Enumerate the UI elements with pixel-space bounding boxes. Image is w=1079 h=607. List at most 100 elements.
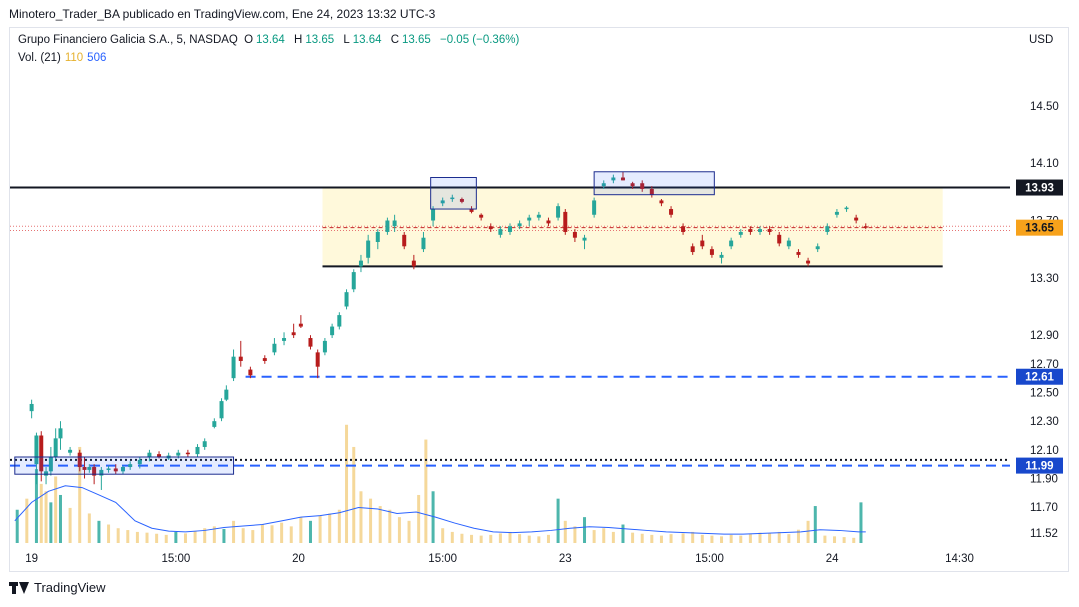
candle-body: [392, 220, 397, 227]
candle-body: [185, 452, 190, 455]
time-tick-label: 20: [292, 553, 305, 565]
price-chart[interactable]: 14.5014.1013.7013.3012.9012.7012.5012.30…: [0, 0, 1079, 607]
candle-body: [488, 226, 493, 230]
volume-bar: [859, 502, 863, 543]
volume-bar: [369, 498, 373, 543]
candle-body: [29, 403, 34, 412]
candle-body: [195, 446, 200, 455]
price-tag-label: 11.99: [1025, 461, 1053, 473]
time-axis: 19 15:00 20 15:00 23 15:00 24 14:30: [25, 553, 974, 565]
volume-bar: [44, 491, 48, 543]
candle-body: [344, 292, 349, 307]
volume-bar: [25, 498, 29, 543]
candle-body: [563, 211, 568, 232]
volume-bar: [563, 520, 567, 543]
candle-body: [748, 229, 753, 232]
candle-body: [402, 234, 407, 247]
candle-body: [498, 229, 503, 235]
volume-bar: [58, 494, 62, 543]
price-tag-label: 12.61: [1025, 372, 1054, 384]
range-zone: [322, 187, 943, 267]
volume-bar: [155, 533, 159, 543]
volume-bar: [424, 439, 428, 543]
candle-body: [212, 421, 217, 427]
tradingview-brand[interactable]: TradingView: [9, 580, 106, 595]
volume-bar: [126, 530, 130, 543]
price-tick-label: 12.90: [1030, 330, 1059, 342]
volume-bar: [748, 534, 752, 543]
volume-bar: [777, 531, 781, 543]
volume-bar: [308, 520, 312, 543]
time-tick-label: 19: [25, 553, 38, 565]
drawn-rectangle: [14, 456, 235, 475]
volume-bar: [823, 535, 827, 543]
price-tick-label: 12.10: [1030, 445, 1059, 457]
candle-body: [777, 234, 782, 244]
candle-body: [834, 211, 839, 215]
candle-body: [385, 220, 390, 232]
price-tick-label: 14.10: [1030, 158, 1059, 170]
candle-body: [176, 452, 181, 456]
candle-body: [337, 315, 342, 327]
volume-bar: [537, 536, 541, 543]
candle-body: [58, 428, 63, 439]
volume-bar: [328, 513, 332, 543]
candle-body: [238, 356, 243, 361]
volume-bar: [260, 524, 264, 543]
volume-bar: [68, 507, 72, 543]
volume-bar: [681, 533, 685, 543]
time-tick-label: 23: [559, 553, 572, 565]
candle-body: [863, 226, 868, 228]
price-tags: 13.93 12.61 11.99 13.65: [1016, 179, 1063, 474]
volume-bar: [337, 509, 341, 543]
time-tick-label: 15:00: [161, 553, 190, 565]
volume-bar: [97, 520, 101, 543]
price-axis: 14.5014.1013.7013.3012.9012.7012.5012.30…: [1030, 101, 1059, 540]
volume-bar: [193, 531, 197, 543]
volume-bar: [251, 530, 255, 543]
candle-body: [308, 338, 313, 347]
price-tick-label: 12.50: [1030, 388, 1059, 400]
volume-bar: [359, 491, 363, 543]
candle-body: [659, 200, 664, 204]
volume-bar: [299, 517, 303, 543]
volume-bar: [546, 534, 550, 543]
volume-bar: [318, 515, 322, 543]
tradingview-logo-icon: [9, 581, 29, 594]
price-tick-label: 12.30: [1030, 416, 1059, 428]
volume-bar: [527, 535, 531, 543]
volume-bar: [174, 531, 178, 543]
volume-bar: [573, 526, 577, 543]
volume-bar: [813, 506, 817, 543]
candle-body: [669, 209, 674, 215]
volume-bar: [417, 494, 421, 543]
volume-bar: [39, 483, 43, 543]
candle-body: [806, 260, 811, 264]
time-tick-label: 15:00: [695, 553, 724, 565]
volume-bar: [621, 524, 625, 543]
volume-bar: [222, 528, 226, 543]
candle-body: [431, 209, 436, 221]
volume-bar: [556, 498, 560, 543]
candle-body: [421, 237, 426, 250]
volume-bar: [611, 531, 615, 543]
time-tick-label: 24: [826, 553, 839, 565]
candle-body: [681, 226, 686, 232]
candle-body: [53, 438, 58, 457]
volume-bar: [470, 534, 474, 543]
candle-body: [815, 246, 820, 250]
range-zone-fill: [322, 187, 943, 267]
candle-body: [375, 231, 380, 242]
candle-body: [786, 240, 791, 247]
price-tick-label: 11.90: [1030, 474, 1058, 486]
candle-body: [411, 260, 416, 267]
price-tick-label: 11.52: [1030, 528, 1058, 540]
volume-bar: [241, 528, 245, 543]
candle-body: [527, 217, 532, 221]
volume-bar: [407, 520, 411, 543]
volume-bar: [145, 532, 149, 543]
candle-body: [690, 246, 695, 253]
volume-bar: [729, 534, 733, 543]
volume-bar: [388, 509, 392, 543]
volume-bar: [352, 446, 356, 543]
